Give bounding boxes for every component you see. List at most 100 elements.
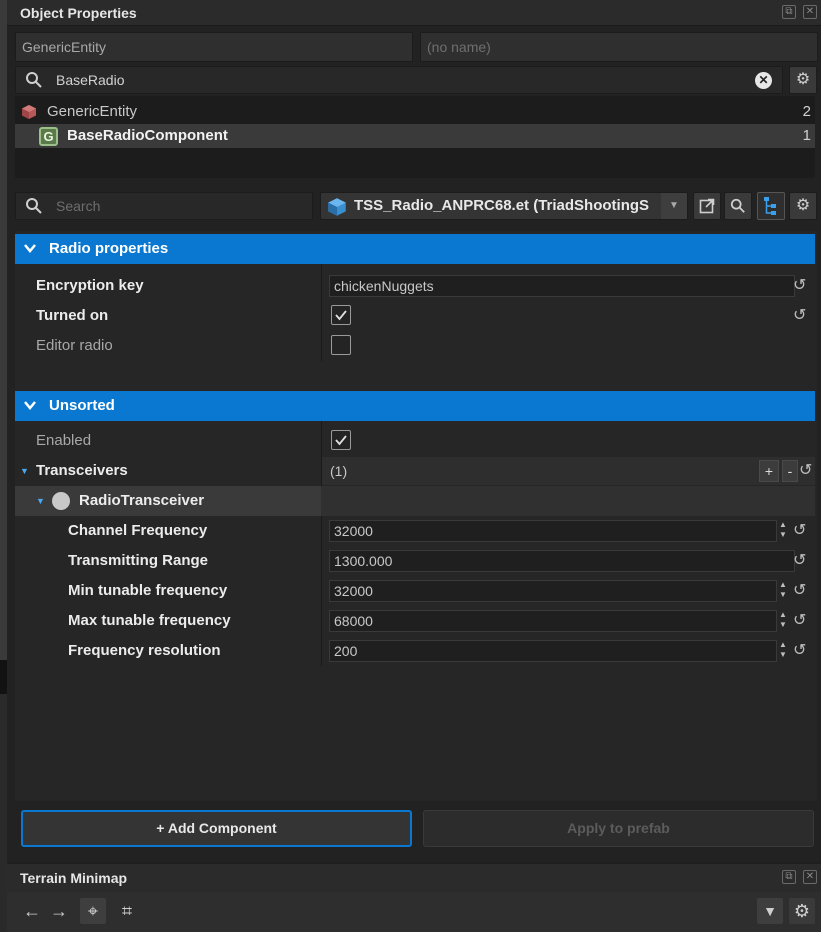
property-row-transmitting-range: Transmitting Range 1300.000 ↺ [15,546,815,576]
property-search-placeholder: Search [56,198,101,214]
spinner-arrows-icon[interactable]: ▲ ▼ [777,610,789,632]
reset-icon[interactable]: ↺ [793,583,809,599]
enabled-checkbox[interactable] [331,430,351,450]
transceivers-array-bar: (1) + - ↺ [322,457,815,485]
category-label: Radio properties [49,240,169,257]
settings-gear-button[interactable]: ⚙ [789,66,817,94]
gear-icon: ⚙ [795,197,811,214]
hierarchy-icon [762,197,780,220]
chevron-down-icon [23,391,37,431]
property-label: Min tunable frequency [68,582,228,599]
property-row-min-tunable-frequency: Min tunable frequency 32000 ▲ ▼ ↺ [15,576,815,606]
reset-icon[interactable]: ↺ [793,523,809,539]
property-label: Encryption key [36,277,144,294]
left-edge-strip [0,0,7,932]
property-label: Max tunable frequency [68,612,231,629]
max-tunable-frequency-input[interactable]: 68000 [329,610,777,632]
reset-icon[interactable]: ↺ [793,278,809,294]
array-count: (1) [330,463,348,479]
entity-name-field[interactable]: (no name) [420,32,818,62]
reset-icon[interactable]: ↺ [793,553,809,569]
expand-arrow-icon[interactable]: ▼ [36,486,45,516]
property-row-radio-transceiver[interactable]: ▼ RadioTransceiver [15,486,815,516]
prefab-selector[interactable]: TSS_Radio_ANPRC68.et (TriadShootingS ▼ [320,192,688,220]
property-row-transceivers[interactable]: ▼ Transceivers (1) + - ↺ [15,456,815,486]
clear-search-icon[interactable]: ✕ [755,72,772,89]
object-icon [52,492,70,510]
prefab-cube-icon [327,197,347,219]
close-icon[interactable]: ✕ [803,5,817,19]
spinner-arrows-icon[interactable]: ▲ ▼ [777,520,789,542]
property-label: Turned on [36,307,109,324]
editor-radio-checkbox[interactable] [331,335,351,355]
channel-frequency-input[interactable]: 32000 [329,520,777,542]
reset-icon[interactable]: ↺ [793,308,809,324]
expand-arrow-icon[interactable]: ▼ [20,456,29,486]
entity-type-field[interactable]: GenericEntity [15,32,413,62]
property-row-enabled: Enabled [15,426,815,456]
tree-item-label: GenericEntity [47,103,138,120]
property-grid: Radio properties Encryption key chickenN… [15,231,817,801]
category-unsorted[interactable]: Unsorted [15,391,815,421]
terrain-minimap-toolbar: ← → ⌖ ⌗ ▼ ⚙ [7,892,821,932]
component-search-value: BaseRadio [56,72,125,88]
undock-icon[interactable]: ⧉ [782,870,796,884]
filter-icon[interactable]: ▼ [757,898,783,924]
spinner-arrows-icon[interactable]: ▲ ▼ [777,640,789,662]
property-row-max-tunable-frequency: Max tunable frequency 68000 ▲ ▼ ↺ [15,606,815,636]
encryption-key-input[interactable]: chickenNuggets [329,275,795,297]
crosshair-icon[interactable]: ⌖ [80,898,106,924]
entity-cube-icon [21,104,37,120]
prefab-label: TSS_Radio_ANPRC68.et (TriadShootingS [354,197,650,214]
property-row-frequency-resolution: Frequency resolution 200 ▲ ▼ ↺ [15,636,815,666]
turned-on-checkbox[interactable] [331,305,351,325]
gear-icon: ⚙ [795,71,811,88]
category-label: Unsorted [49,397,115,414]
chevron-down-icon[interactable]: ▼ [661,193,687,219]
add-component-button[interactable]: + Add Component [21,810,412,847]
category-radio-properties[interactable]: Radio properties [15,234,815,264]
object-properties-panel: GenericEntity (no name) BaseRadio ✕ ⚙ Ge… [7,26,821,862]
component-actions-bar: + Add Component Apply to prefab [7,802,821,860]
tree-item-generic-entity[interactable]: GenericEntity 2 [15,100,815,124]
arrow-right-icon[interactable]: → [46,898,72,924]
property-label: Channel Frequency [68,522,208,539]
terrain-minimap-titlebar: Terrain Minimap ⧉ ✕ [7,864,821,892]
property-label: Enabled [36,432,92,449]
external-link-icon [699,198,715,218]
property-row-encryption-key: Encryption key chickenNuggets ↺ [15,271,815,301]
reset-icon[interactable]: ↺ [799,463,812,479]
search-icon [730,198,746,218]
component-search-input[interactable]: BaseRadio [15,66,783,94]
property-row-turned-on: Turned on ↺ [15,301,815,331]
add-element-button[interactable]: + [759,460,779,482]
component-g-icon: G [39,127,58,146]
tree-item-count: 1 [802,127,811,144]
min-tunable-frequency-input[interactable]: 32000 [329,580,777,602]
transmitting-range-input[interactable]: 1300.000 [329,550,795,572]
properties-settings-button[interactable]: ⚙ [789,192,817,220]
window-title: Object Properties [20,5,137,21]
crop-icon[interactable]: ⌗ [114,898,140,924]
frequency-resolution-input[interactable]: 200 [329,640,777,662]
object-properties-titlebar: Object Properties ⧉ ✕ [7,0,821,26]
property-search-input[interactable]: Search [15,192,313,220]
property-label: Transceivers [36,462,128,479]
open-prefab-button[interactable] [693,192,721,220]
remove-element-button[interactable]: - [782,460,798,482]
tree-item-base-radio-component[interactable]: G BaseRadioComponent 1 [15,124,815,148]
property-label: RadioTransceiver [79,492,205,509]
reset-icon[interactable]: ↺ [793,643,809,659]
undock-icon[interactable]: ⧉ [782,5,796,19]
tree-item-count: 2 [802,103,811,120]
close-icon[interactable]: ✕ [803,870,817,884]
find-prefab-button[interactable] [724,192,752,220]
hierarchy-view-button[interactable] [757,192,785,220]
panel-title: Terrain Minimap [20,870,128,886]
spinner-arrows-icon[interactable]: ▲ ▼ [777,580,789,602]
gear-icon[interactable]: ⚙ [789,898,815,924]
tree-item-label: BaseRadioComponent [67,127,228,144]
arrow-left-icon[interactable]: ← [19,898,45,924]
apply-to-prefab-button[interactable]: Apply to prefab [423,810,814,847]
reset-icon[interactable]: ↺ [793,613,809,629]
